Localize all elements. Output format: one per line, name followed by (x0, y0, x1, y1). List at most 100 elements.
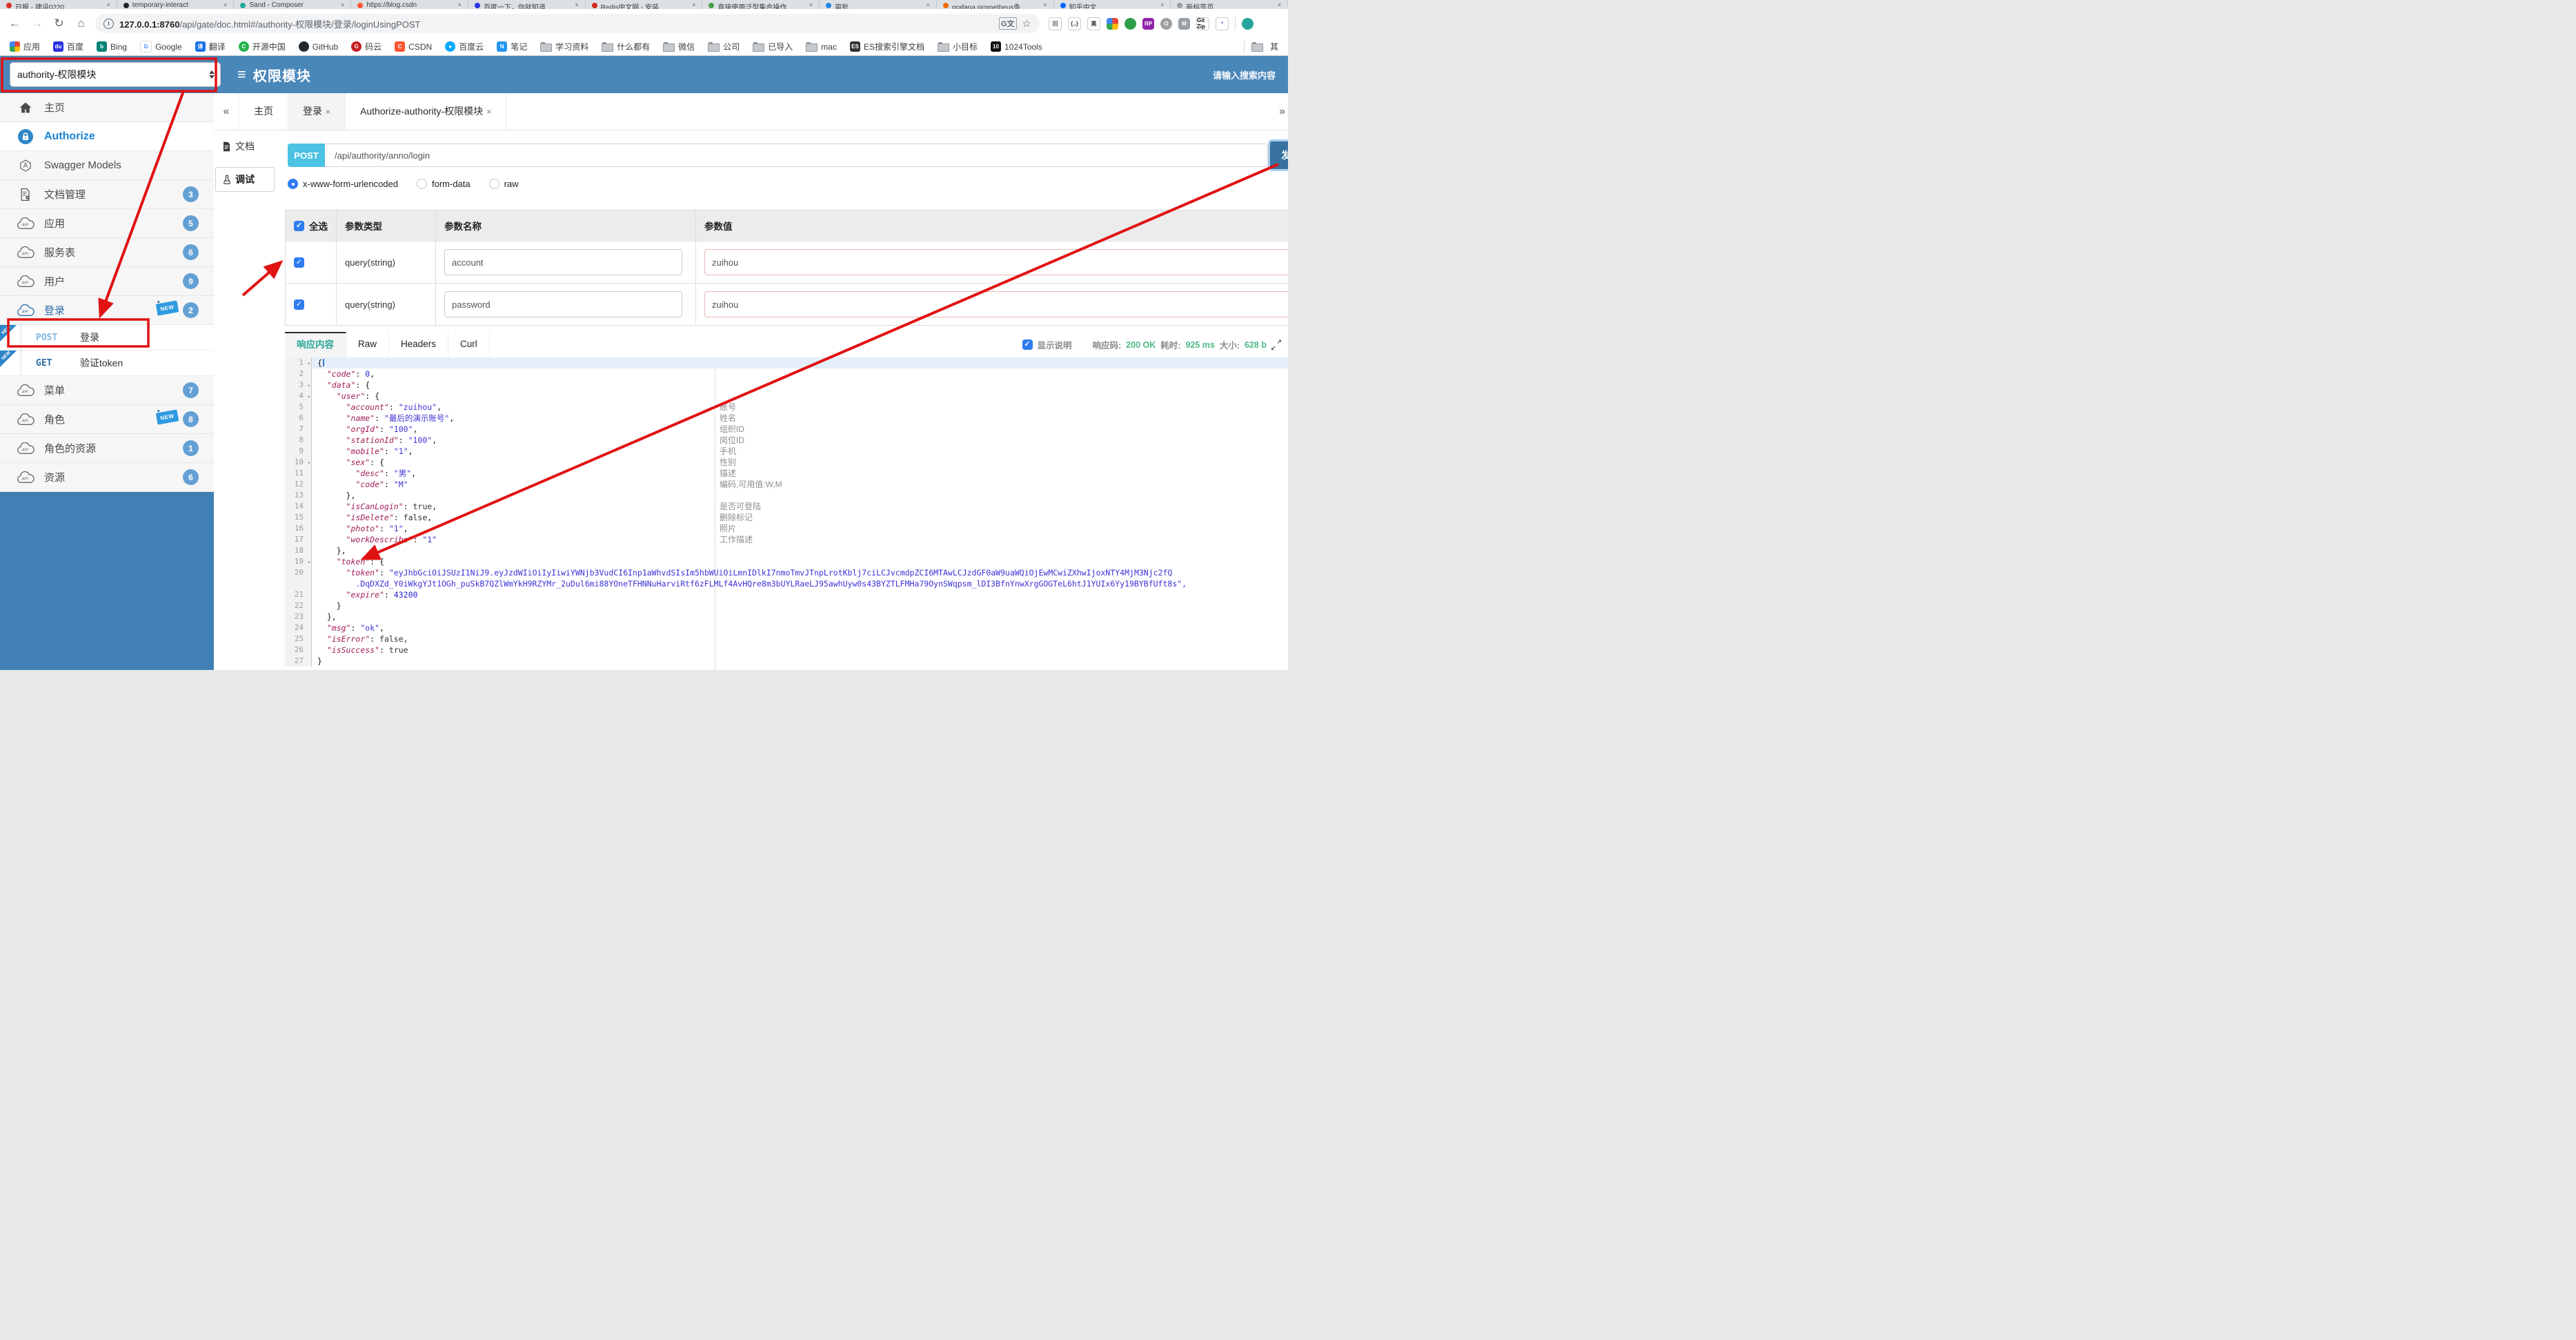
param-name-input[interactable] (444, 291, 682, 317)
tab-close-icon[interactable]: × (326, 107, 330, 117)
show-desc-checkbox[interactable]: ✓ (1022, 339, 1033, 350)
bookmark-item[interactable]: 小目标 (937, 41, 978, 52)
bookmark-item[interactable]: du 百度 (53, 41, 83, 52)
fold-icon[interactable]: ▾ (308, 457, 310, 469)
fold-icon[interactable]: ▾ (308, 391, 310, 402)
asterisk-extension-icon[interactable]: * (1216, 17, 1229, 30)
gitzip-extension-icon[interactable]: Git Zip (1196, 17, 1209, 30)
bookmark-item[interactable]: 应用 (10, 41, 40, 52)
translate-page-icon[interactable]: G文 (998, 17, 1017, 30)
tab-close-icon[interactable]: × (692, 1, 695, 8)
bookmark-item[interactable]: N 笔记 (497, 41, 527, 52)
tab-close-icon[interactable]: × (575, 1, 578, 8)
bookmark-item[interactable]: 微信 (663, 41, 695, 52)
forward-icon[interactable]: → (29, 17, 45, 30)
send-button[interactable]: 发 (1270, 141, 1288, 169)
response-tab-content[interactable]: 响应内容 (285, 332, 346, 357)
sidebar-item-角色[interactable]: API 角色 NEW 8 (0, 405, 214, 434)
doc-nav-item-doc[interactable]: 文档 (214, 137, 276, 156)
search-input[interactable]: 请输入搜索内容 (1213, 68, 1276, 81)
sidebar-item-文档管理[interactable]: 文档管理 3 (0, 180, 214, 209)
sidebar-item-Swagger Models[interactable]: Swagger Models (0, 151, 214, 180)
content-tab-登录[interactable]: 登录 × (288, 93, 346, 130)
bookmark-item[interactable]: G Google (140, 41, 182, 52)
home-icon[interactable]: ⌂ (73, 17, 89, 30)
radio-form-data[interactable]: form-data (416, 179, 470, 189)
browser-tab[interactable]: 新标签页 × (1171, 0, 1288, 9)
tab-close-icon[interactable]: × (458, 1, 462, 8)
browser-tab[interactable]: Redis中文网 - 安装 × (586, 0, 703, 9)
sidebar-item-应用[interactable]: API 应用 5 (0, 209, 214, 238)
response-tab-raw[interactable]: Raw (346, 332, 390, 357)
bookmark-item[interactable]: b Bing (97, 41, 127, 52)
json-formatter-extension-icon[interactable]: {..} (1068, 17, 1081, 30)
tab-close-icon[interactable]: × (809, 1, 813, 8)
bookmark-item[interactable]: C 开源中国 (238, 41, 286, 52)
bookmark-item[interactable]: 什么都有 (602, 41, 650, 52)
response-tab-curl[interactable]: Curl (448, 332, 490, 357)
en-translate-extension-icon[interactable]: 英 (1087, 17, 1100, 30)
tab-close-icon[interactable]: × (927, 1, 930, 8)
param-checkbox[interactable]: ✓ (294, 257, 304, 268)
bookmark-item[interactable]: mac (806, 41, 837, 52)
tab-close-icon[interactable]: × (341, 1, 344, 8)
tab-close-icon[interactable]: × (224, 1, 227, 8)
content-tab-主页[interactable]: 主页 (239, 93, 288, 130)
fold-icon[interactable]: ▾ (308, 557, 310, 568)
reader-extension-icon[interactable]: 回 (1049, 17, 1062, 30)
tab-close-icon[interactable]: × (1278, 1, 1281, 8)
sidebar-item-资源[interactable]: API 资源 6 (0, 463, 214, 492)
other-bookmarks[interactable]: 其 (1243, 40, 1278, 53)
chrome-colored-extension-icon[interactable] (1107, 17, 1118, 30)
address-bar[interactable]: i 127.0.0.1:8760/api/gate/doc.html#/auth… (95, 14, 1040, 33)
back-icon[interactable]: ← (7, 17, 23, 30)
sidebar-item-登录[interactable]: API 登录 NEW 2 (0, 296, 214, 325)
fullscreen-icon[interactable]: ↗ ↙ (1271, 338, 1282, 351)
fold-icon[interactable]: ▾ (308, 358, 310, 369)
browser-tab[interactable]: https://blog.csdn × (351, 0, 468, 9)
response-tab-headers[interactable]: Headers (389, 332, 449, 357)
rp-extension-icon[interactable]: RP (1142, 17, 1154, 30)
browser-tab[interactable]: Sand - Composer × (234, 0, 352, 9)
bookmark-item[interactable]: G 码云 (351, 41, 382, 52)
bookmark-item[interactable]: C CSDN (395, 41, 432, 52)
o-extension-icon[interactable]: O (1160, 17, 1172, 30)
reload-icon[interactable]: ↻ (51, 17, 67, 30)
collapse-left-icon[interactable]: « (214, 106, 239, 118)
bookmark-item[interactable]: 译翻译 (195, 41, 226, 52)
globe-proxy-extension-icon[interactable] (1124, 17, 1136, 30)
doc-nav-item-debug[interactable]: 调试 (215, 167, 275, 192)
bookmark-item[interactable]: 已导入 (753, 41, 793, 52)
sidebar-op-get-验证token[interactable]: NEW GET 验证token (0, 351, 214, 376)
browser-tab[interactable]: 百度一下，你就知道 × (468, 0, 586, 9)
param-value-input[interactable] (704, 291, 1288, 317)
tab-close-icon[interactable]: × (1043, 1, 1047, 8)
browser-tab[interactable]: 日报 - 建设0220 × (0, 0, 117, 9)
sidebar-item-角色的资源[interactable]: API 角色的资源 1 (0, 434, 214, 463)
browser-tab[interactable]: temporary-interact × (117, 0, 235, 9)
select-all-checkbox[interactable]: ✓ (294, 220, 304, 231)
m-extension-icon[interactable]: M (1178, 17, 1190, 30)
module-select[interactable]: authority-权限模块 (10, 62, 221, 87)
hamburger-icon[interactable]: ≡ (237, 66, 246, 83)
sidebar-item-Authorize[interactable]: Authorize (0, 122, 214, 151)
tab-close-icon[interactable]: × (106, 1, 110, 8)
bookmark-item[interactable]: ● 百度云 (445, 41, 484, 52)
browser-tab[interactable]: 审批 × (820, 0, 937, 9)
radio-raw[interactable]: raw (488, 179, 519, 189)
bookmark-star-icon[interactable]: ☆ (1022, 17, 1031, 30)
browser-tab[interactable]: 知乎中文 × (1054, 0, 1171, 9)
param-name-input[interactable] (444, 249, 682, 275)
radio-x-www-form-urlencoded[interactable]: x-www-form-urlencoded (288, 179, 398, 189)
sidebar-item-用户[interactable]: API 用户 9 (0, 267, 214, 296)
content-tab-Authorize-authority-权限模块[interactable]: Authorize-authority-权限模块 × (346, 93, 507, 130)
collapse-right-icon[interactable]: » (1279, 106, 1285, 118)
profile-avatar-icon[interactable] (1242, 17, 1254, 30)
sidebar-item-服务表[interactable]: API 服务表 6 (0, 238, 214, 267)
browser-tab[interactable]: grafana prometheus条 × (937, 0, 1054, 9)
bookmark-item[interactable]: 公司 (708, 41, 740, 52)
response-body[interactable]: 1 ▾{2 "code": 0, 3 ▾ "data": {4 ▾ "user": {5… (285, 357, 1288, 670)
bookmark-item[interactable]: 10 1024Tools (991, 41, 1042, 52)
tab-close-icon[interactable]: × (486, 107, 491, 117)
browser-tab[interactable]: 直接使用泛型集合操作 × (702, 0, 820, 9)
